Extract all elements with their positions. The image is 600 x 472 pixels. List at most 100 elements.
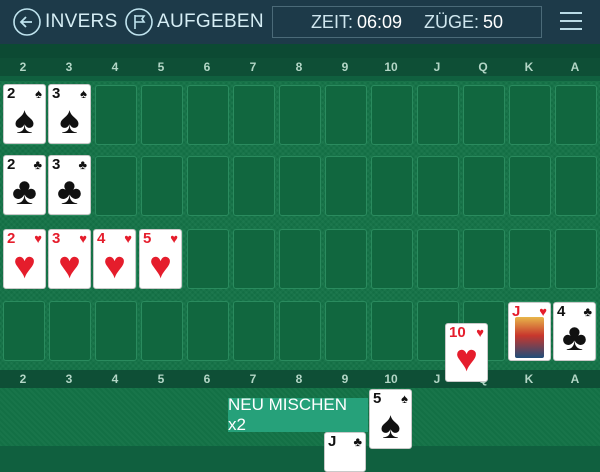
rank-label: 3 bbox=[65, 60, 73, 74]
card-3-hearts[interactable]: 3 ♥ ♥ bbox=[48, 229, 91, 289]
rank-label: 5 bbox=[157, 60, 165, 74]
card-slot[interactable] bbox=[463, 156, 505, 216]
card-4-clubs[interactable]: 4 ♣ ♣ bbox=[553, 302, 596, 361]
time-label: ZEIT: bbox=[310, 11, 353, 32]
card-slot[interactable] bbox=[187, 156, 229, 216]
card-slot[interactable] bbox=[325, 229, 367, 289]
card-rank: J bbox=[328, 433, 337, 450]
time-value: 06:09 bbox=[356, 11, 402, 32]
heart-icon: ♥ bbox=[124, 231, 132, 246]
spade-icon: ♠ bbox=[35, 86, 42, 101]
card-2-clubs[interactable]: 2 ♣ ♣ bbox=[3, 155, 46, 215]
card-slot[interactable] bbox=[233, 301, 275, 361]
card-3-spades[interactable]: 3 ♠ ♠ bbox=[48, 84, 91, 144]
rank-label: 3 bbox=[65, 372, 73, 386]
rank-label: 9 bbox=[341, 60, 349, 74]
card-slot[interactable] bbox=[95, 156, 137, 216]
reshuffle-button[interactable]: NEU MISCHEN x2 bbox=[228, 395, 368, 434]
heart-icon: ♥ bbox=[34, 231, 42, 246]
card-slot[interactable] bbox=[95, 301, 137, 361]
rank-label: 8 bbox=[295, 60, 303, 74]
rank-label: 6 bbox=[203, 60, 211, 74]
card-slot[interactable] bbox=[417, 85, 459, 145]
rank-label: K bbox=[524, 372, 534, 386]
heart-icon: ♥ bbox=[79, 231, 87, 246]
rank-label: 2 bbox=[19, 60, 27, 74]
rank-label: 10 bbox=[384, 372, 398, 386]
club-icon: ♣ bbox=[78, 157, 87, 172]
card-3-clubs[interactable]: 3 ♣ ♣ bbox=[48, 155, 91, 215]
rank-label: A bbox=[570, 60, 580, 74]
card-slot[interactable] bbox=[371, 156, 413, 216]
time-display: ZEIT: 06:09 bbox=[311, 12, 402, 33]
card-slot[interactable] bbox=[141, 85, 183, 145]
card-slot[interactable] bbox=[3, 301, 45, 361]
card-slot[interactable] bbox=[555, 229, 597, 289]
rank-label: 7 bbox=[249, 60, 257, 74]
club-icon: ♣ bbox=[12, 171, 37, 213]
card-slot[interactable] bbox=[463, 85, 505, 145]
card-slot[interactable] bbox=[141, 301, 183, 361]
card-slot[interactable] bbox=[279, 156, 321, 216]
card-slot[interactable] bbox=[141, 156, 183, 216]
undo-button[interactable]: INVERS bbox=[12, 0, 118, 44]
rank-label: 4 bbox=[111, 372, 119, 386]
card-slot[interactable] bbox=[279, 85, 321, 145]
arrow-left-circle-icon bbox=[13, 8, 41, 36]
card-slot[interactable] bbox=[49, 301, 91, 361]
game-stats: ZEIT: 06:09 ZÜGE: 50 bbox=[272, 6, 542, 38]
card-slot[interactable] bbox=[187, 85, 229, 145]
card-slot[interactable] bbox=[555, 85, 597, 145]
spade-icon: ♠ bbox=[380, 405, 401, 447]
card-slot[interactable] bbox=[417, 229, 459, 289]
card-slot[interactable] bbox=[371, 85, 413, 145]
card-slot[interactable] bbox=[371, 301, 413, 361]
card-j-clubs-partial[interactable]: J ♣ bbox=[324, 432, 366, 472]
jack-face-image bbox=[515, 317, 544, 358]
card-slot[interactable] bbox=[509, 85, 551, 145]
rank-label: 5 bbox=[157, 372, 165, 386]
card-10-hearts[interactable]: 10 ♥ ♥ bbox=[445, 323, 488, 382]
rank-label: K bbox=[524, 60, 534, 74]
give-up-button[interactable]: AUFGEBEN bbox=[124, 0, 264, 44]
moves-value: 50 bbox=[483, 11, 504, 32]
card-slot[interactable] bbox=[325, 85, 367, 145]
card-slot[interactable] bbox=[371, 229, 413, 289]
card-5-hearts[interactable]: 5 ♥ ♥ bbox=[139, 229, 182, 289]
card-slot[interactable] bbox=[187, 229, 229, 289]
card-slot[interactable] bbox=[555, 156, 597, 216]
card-slot[interactable] bbox=[233, 229, 275, 289]
undo-label: INVERS bbox=[45, 11, 118, 32]
card-slot[interactable] bbox=[509, 156, 551, 216]
card-slot[interactable] bbox=[417, 156, 459, 216]
club-icon: ♣ bbox=[33, 157, 42, 172]
card-2-spades[interactable]: 2 ♠ ♠ bbox=[3, 84, 46, 144]
card-2-hearts[interactable]: 2 ♥ ♥ bbox=[3, 229, 46, 289]
heart-icon: ♥ bbox=[13, 245, 36, 287]
moves-label: ZÜGE: bbox=[424, 11, 480, 32]
card-slot[interactable] bbox=[187, 301, 229, 361]
rank-label: 4 bbox=[111, 60, 119, 74]
rank-label: 2 bbox=[19, 372, 27, 386]
hamburger-menu-icon[interactable] bbox=[560, 12, 582, 32]
heart-icon: ♥ bbox=[170, 231, 178, 246]
card-slot[interactable] bbox=[463, 229, 505, 289]
card-slot[interactable] bbox=[95, 85, 137, 145]
card-slot[interactable] bbox=[509, 229, 551, 289]
heart-icon: ♥ bbox=[539, 304, 547, 319]
card-slot[interactable] bbox=[233, 156, 275, 216]
top-bar: INVERS AUFGEBEN ZEIT: 06:09 ZÜGE: 50 bbox=[0, 0, 600, 44]
card-slot[interactable] bbox=[325, 156, 367, 216]
card-slot[interactable] bbox=[279, 301, 321, 361]
rank-strip-top: 2 3 4 5 6 7 8 9 10 J Q K A bbox=[0, 58, 600, 76]
card-rank: J bbox=[512, 303, 521, 320]
card-slot[interactable] bbox=[279, 229, 321, 289]
card-5-spades[interactable]: 5 ♠ ♠ bbox=[369, 389, 412, 449]
card-4-hearts[interactable]: 4 ♥ ♥ bbox=[93, 229, 136, 289]
card-j-hearts[interactable]: J ♥ bbox=[508, 302, 551, 361]
club-icon: ♣ bbox=[57, 171, 82, 213]
rank-label: J bbox=[433, 60, 441, 74]
moves-display: ZÜGE: 50 bbox=[424, 12, 503, 33]
card-slot[interactable] bbox=[325, 301, 367, 361]
card-slot[interactable] bbox=[233, 85, 275, 145]
